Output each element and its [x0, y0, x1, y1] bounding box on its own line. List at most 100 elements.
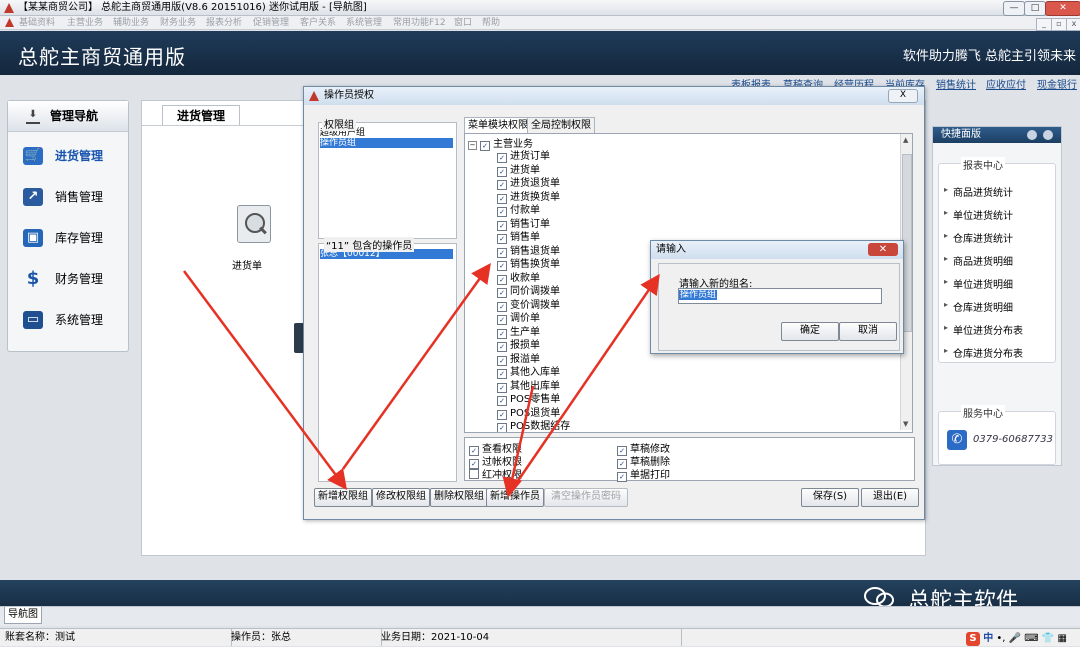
checkbox[interactable]: ✓ — [497, 180, 507, 190]
mdi-close-button[interactable]: x — [1066, 18, 1080, 31]
tree-item[interactable]: ✓ 销售退货单 — [497, 245, 560, 258]
ok-button[interactable]: 确定 — [781, 322, 839, 341]
report-link[interactable]: 商品进货统计 — [944, 184, 1013, 199]
keyboard-icon[interactable]: ⌨ — [1024, 633, 1038, 644]
nav-item-purchase[interactable]: 🛒 进货管理 — [8, 141, 128, 171]
quick-link[interactable]: 现金银行 — [1037, 76, 1077, 91]
checkbox[interactable]: ✓ — [497, 342, 507, 352]
tab-purchase[interactable]: 进货管理 — [162, 105, 240, 126]
mdi-restore-button[interactable]: ▫ — [1051, 18, 1067, 31]
tree-item[interactable]: ✓ 报溢单 — [497, 353, 540, 366]
tree-item[interactable]: ✓ 进货换货单 — [497, 191, 560, 204]
tree-item[interactable]: ✓ 进货订单 — [497, 150, 550, 163]
menu-item[interactable]: 客户关系 — [300, 16, 336, 30]
dialog-title-bar[interactable]: 操作员授权 X — [304, 87, 924, 105]
scroll-down-icon[interactable]: ▼ — [903, 420, 908, 428]
checkbox[interactable]: ✓ — [497, 369, 507, 379]
tree-item[interactable]: ✓ 收款单 — [497, 272, 540, 285]
tree-item[interactable]: ✓ 生产单 — [497, 326, 540, 339]
scroll-up-icon[interactable]: ▲ — [903, 136, 908, 144]
sogou-icon[interactable]: S — [966, 632, 980, 646]
tree-item[interactable]: ✓ 销售订单 — [497, 218, 550, 231]
perm-reverse[interactable]: 红冲权限 — [469, 466, 522, 481]
exit-button[interactable]: 退出(E) — [861, 488, 919, 507]
checkbox[interactable]: ✓ — [497, 383, 507, 393]
report-link[interactable]: 单位进货明细 — [944, 276, 1013, 291]
menu-item[interactable]: 辅助业务 — [113, 16, 149, 30]
tree-item[interactable]: ✓ POS退货单 — [497, 407, 560, 420]
group-name-input[interactable]: 操作员组 — [678, 288, 882, 304]
tree-item[interactable]: ✓ 销售单 — [497, 231, 540, 244]
tree-item[interactable]: ✓ 变价调拨单 — [497, 299, 560, 312]
mic-icon[interactable]: 🎤 — [1009, 633, 1021, 644]
tree-item[interactable]: ✓ 报损单 — [497, 339, 540, 352]
perm-print[interactable]: ✓ 单据打印 — [617, 466, 670, 482]
menu-item[interactable]: 系统管理 — [346, 16, 382, 30]
quick-link[interactable]: 应收应付 — [986, 76, 1026, 91]
tree-item[interactable]: ✓ POS数据结存 — [497, 420, 570, 432]
close-button[interactable]: ✕ — [1045, 1, 1080, 16]
nav-item-system[interactable]: ▭ 系统管理 — [8, 305, 128, 335]
checkbox[interactable]: ✓ — [497, 248, 507, 258]
ime-lang-toggle[interactable]: 中 — [983, 633, 993, 644]
save-button[interactable]: 保存(S) — [801, 488, 859, 507]
purchase-doc-icon[interactable] — [237, 205, 271, 243]
grid-icon[interactable]: ▦ — [1058, 633, 1067, 644]
minimize-button[interactable]: — — [1003, 1, 1025, 16]
tree-item[interactable]: ✓ POS零售单 — [497, 393, 560, 406]
input-dialog-title-bar[interactable]: 请输入 ✕ — [651, 241, 903, 259]
nav-item-sales[interactable]: ↗ 销售管理 — [8, 182, 128, 212]
purchase-doc-label[interactable]: 进货单 — [232, 257, 262, 272]
quick-link[interactable]: 销售统计 — [936, 76, 976, 91]
menu-item[interactable]: 促销管理 — [253, 16, 289, 30]
group-item-selected[interactable]: 操作员组 — [320, 138, 453, 148]
nav-item-finance[interactable]: $ 财务管理 — [8, 264, 128, 294]
tree-item[interactable]: ✓ 付款单 — [497, 204, 540, 217]
report-link[interactable]: 商品进货明细 — [944, 253, 1013, 268]
tab-global-permissions[interactable]: 全局控制权限 — [527, 117, 595, 133]
cancel-button[interactable]: 取消 — [839, 322, 897, 341]
menu-item[interactable]: 常用功能F12 — [393, 16, 446, 30]
mdi-minimize-button[interactable]: _ — [1036, 18, 1052, 31]
add-group-button[interactable]: 新增权限组 — [314, 488, 372, 507]
checkbox[interactable]: ✓ — [497, 423, 507, 432]
tree-item[interactable]: ✓ 销售换货单 — [497, 258, 560, 271]
nav-item-inventory[interactable]: ▣ 库存管理 — [8, 223, 128, 253]
edit-group-button[interactable]: 修改权限组 — [372, 488, 430, 507]
report-link[interactable]: 单位进货分布表 — [944, 322, 1023, 337]
menu-item[interactable]: 帮助 — [482, 16, 500, 30]
maximize-button[interactable]: □ — [1024, 1, 1046, 16]
checkbox[interactable]: ✓ — [497, 275, 507, 285]
menu-item[interactable]: 主营业务 — [67, 16, 103, 30]
checkbox[interactable]: ✓ — [497, 329, 507, 339]
skin-icon[interactable]: 👕 — [1042, 633, 1054, 644]
report-link[interactable]: 仓库进货分布表 — [944, 345, 1023, 360]
delete-group-button[interactable]: 删除权限组 — [430, 488, 488, 507]
checkbox[interactable]: ✓ — [497, 288, 507, 298]
checkbox[interactable]: ✓ — [480, 141, 490, 151]
checkbox[interactable]: ✓ — [497, 234, 507, 244]
menu-item[interactable]: 财务业务 — [160, 16, 196, 30]
checkbox[interactable]: ✓ — [497, 167, 507, 177]
close-icon[interactable]: ✕ — [868, 243, 898, 256]
tab-nav-map[interactable]: 导航图 — [4, 607, 42, 624]
tab-menu-permissions[interactable]: 菜单模块权限 — [464, 117, 532, 134]
checkbox[interactable]: ✓ — [497, 221, 507, 231]
checkbox[interactable]: ✓ — [497, 315, 507, 325]
checkbox[interactable]: ✓ — [497, 194, 507, 204]
tree-item[interactable]: ✓ 其他出库单 — [497, 380, 560, 393]
checkbox[interactable]: ✓ — [497, 207, 507, 217]
add-operator-button[interactable]: 新增操作员 — [486, 488, 544, 507]
tree-item[interactable]: ✓ 同价调拨单 — [497, 285, 560, 298]
checkbox[interactable]: ✓ — [497, 261, 507, 271]
checkbox[interactable]: ✓ — [497, 356, 507, 366]
checkbox[interactable] — [469, 469, 479, 479]
tree-item[interactable]: ✓ 调价单 — [497, 312, 540, 325]
collapse-icon[interactable]: − — [468, 141, 477, 150]
checkbox[interactable]: ✓ — [617, 472, 627, 482]
report-link[interactable]: 单位进货统计 — [944, 207, 1013, 222]
checkbox[interactable]: ✓ — [497, 153, 507, 163]
menu-item[interactable]: 窗口 — [454, 16, 472, 30]
collapse-icon[interactable] — [1027, 130, 1037, 140]
dialog-close-button[interactable]: X — [888, 89, 918, 103]
